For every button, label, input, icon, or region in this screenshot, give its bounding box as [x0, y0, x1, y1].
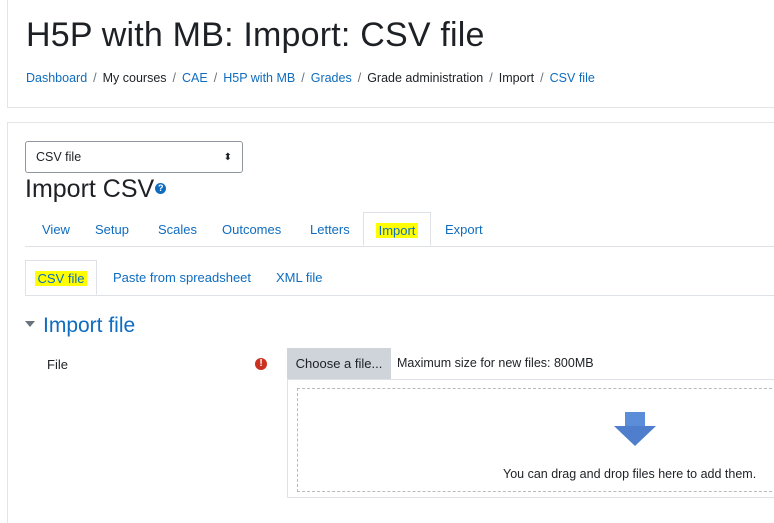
- file-field-label: File: [47, 357, 68, 372]
- breadcrumb-import: Import: [498, 71, 535, 85]
- import-heading-text: Import CSV: [25, 175, 155, 203]
- tab-setup[interactable]: Setup: [95, 212, 129, 246]
- choose-file-button[interactable]: Choose a file...: [287, 348, 391, 379]
- import-file-section-title: Import file: [43, 314, 136, 337]
- breadcrumb-separator: /: [93, 71, 97, 85]
- breadcrumb-grade-administration: Grade administration: [367, 71, 484, 85]
- breadcrumb: Dashboard / My courses / CAE / H5P with MB / Gra…: [26, 71, 595, 85]
- import-type-select[interactable]: CSV file ⬍: [25, 141, 243, 173]
- breadcrumb-csv-file[interactable]: CSV file: [550, 71, 595, 85]
- subtab-csv-file[interactable]: CSV file: [25, 260, 97, 295]
- import-type-select-value: CSV file: [36, 150, 82, 164]
- breadcrumb-dashboard[interactable]: Dashboard: [26, 71, 87, 85]
- exclamation-circle-icon: !: [255, 358, 267, 370]
- breadcrumb-course[interactable]: H5P with MB: [223, 71, 295, 85]
- import-format-tabs: CSV file Paste from spreadsheet XML file: [25, 260, 774, 296]
- breadcrumb-grades[interactable]: Grades: [311, 71, 352, 85]
- tab-view[interactable]: View: [42, 212, 70, 246]
- tab-letters[interactable]: Letters: [310, 212, 350, 246]
- dropzone-instructions: You can drag and drop files here to add …: [503, 467, 757, 481]
- tab-import[interactable]: Import: [363, 212, 431, 246]
- select-arrows-icon: ⬍: [223, 151, 232, 163]
- page-title: H5P with MB: Import: CSV file: [26, 16, 485, 54]
- tab-import-label: Import: [375, 223, 419, 238]
- arrow-down-icon: [614, 412, 656, 446]
- question-circle-icon[interactable]: ?: [155, 182, 167, 194]
- breadcrumb-separator: /: [172, 71, 177, 85]
- breadcrumb-separator: /: [357, 71, 362, 85]
- tab-export[interactable]: Export: [445, 212, 483, 246]
- tab-scales[interactable]: Scales: [158, 212, 197, 246]
- caret-down-icon: [25, 321, 35, 328]
- breadcrumb-separator: /: [540, 71, 544, 85]
- breadcrumb-my-courses: My courses: [102, 71, 167, 85]
- import-file-section-toggle[interactable]: Import file: [25, 314, 135, 338]
- import-heading: Import CSV?: [25, 175, 167, 204]
- max-size-text: Maximum size for new files: 800MB: [397, 356, 594, 370]
- breadcrumb-cae[interactable]: CAE: [182, 71, 208, 85]
- subtab-paste-from-spreadsheet[interactable]: Paste from spreadsheet: [113, 260, 251, 295]
- subtab-csv-file-label: CSV file: [34, 271, 88, 286]
- breadcrumb-separator: /: [301, 71, 305, 85]
- breadcrumb-separator: /: [213, 71, 218, 85]
- grade-admin-tabs: View Setup Scales Outcomes Letters Impor…: [25, 212, 774, 247]
- subtab-xml-file[interactable]: XML file: [276, 260, 322, 295]
- tab-outcomes[interactable]: Outcomes: [222, 212, 281, 246]
- breadcrumb-separator: /: [489, 71, 493, 85]
